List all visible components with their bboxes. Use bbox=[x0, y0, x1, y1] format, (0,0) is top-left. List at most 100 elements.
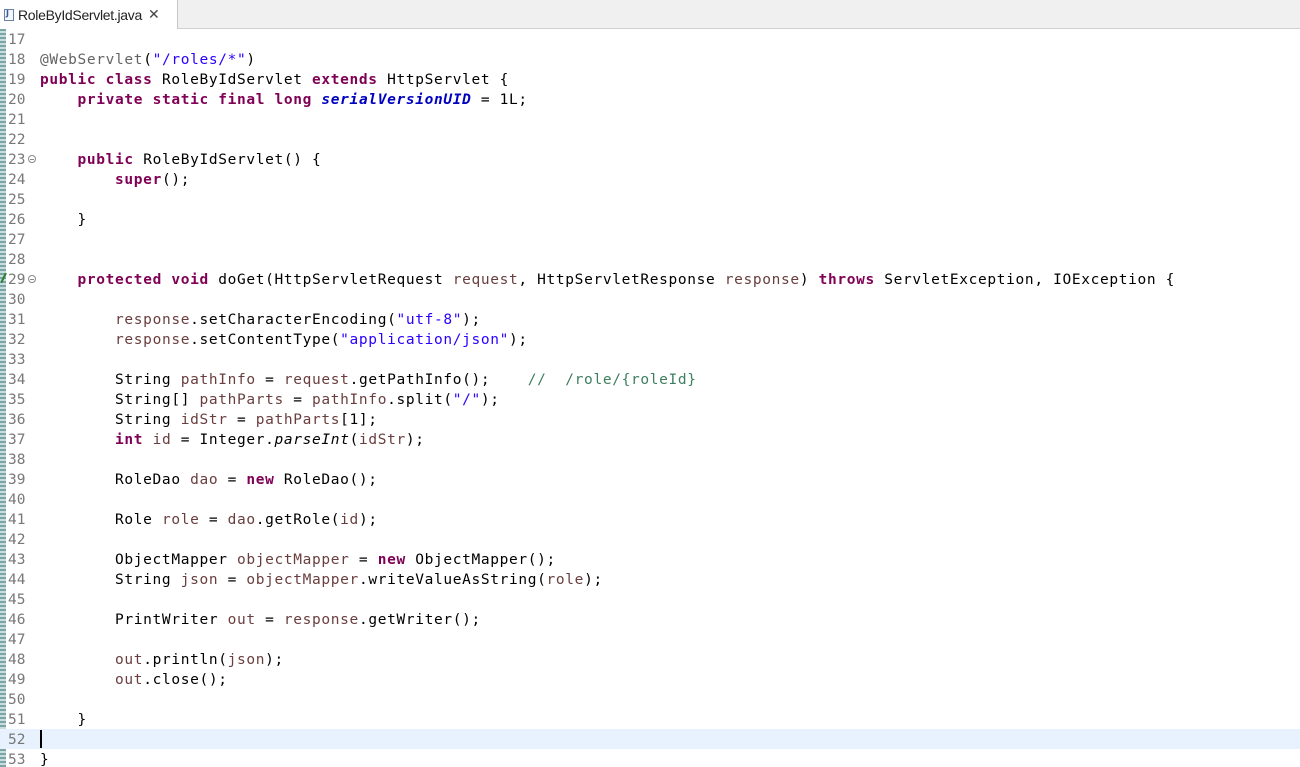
code-text: String pathInfo = request.getPathInfo();… bbox=[40, 372, 697, 388]
code-text: private static final long serialVersionU… bbox=[77, 92, 528, 108]
line-number: 24 bbox=[8, 172, 26, 188]
code-line[interactable]: 53} bbox=[0, 749, 1300, 767]
line-number: 22 bbox=[8, 132, 26, 148]
code-line[interactable]: 28 bbox=[0, 249, 1300, 269]
code-text: } bbox=[40, 212, 87, 228]
code-line[interactable]: 35 String[] pathParts = pathInfo.split("… bbox=[0, 389, 1300, 409]
code-line[interactable]: 51 } bbox=[0, 709, 1300, 729]
code-text: String idStr = pathParts[1]; bbox=[40, 412, 378, 428]
code-text: @WebServlet("/roles/*") bbox=[40, 52, 256, 68]
code-line[interactable]: 23 public RoleByIdServlet() { bbox=[0, 149, 1300, 169]
code-text: protected void doGet(HttpServletRequest … bbox=[77, 272, 1176, 288]
code-line[interactable]: 40 bbox=[0, 489, 1300, 509]
line-number: 17 bbox=[8, 32, 26, 48]
code-line[interactable]: 41 Role role = dao.getRole(id); bbox=[0, 509, 1300, 529]
code-text: PrintWriter out = response.getWriter(); bbox=[40, 612, 481, 628]
fold-collapse-icon[interactable] bbox=[28, 275, 36, 283]
code-text: public RoleByIdServlet() { bbox=[77, 152, 322, 168]
line-number: 38 bbox=[8, 452, 26, 468]
line-number: 25 bbox=[8, 192, 26, 208]
line-number: 40 bbox=[8, 492, 26, 508]
java-file-icon bbox=[4, 8, 14, 21]
code-line[interactable]: 44 String json = objectMapper.writeValue… bbox=[0, 569, 1300, 589]
line-number: 18 bbox=[8, 52, 26, 68]
code-line[interactable]: 19 public class RoleByIdServlet extends H… bbox=[0, 69, 1300, 89]
line-number: 35 bbox=[8, 392, 26, 408]
line-number: 49 bbox=[8, 672, 26, 688]
code-line[interactable]: 45 bbox=[0, 589, 1300, 609]
line-number: 42 bbox=[8, 532, 26, 548]
code-text: public class RoleByIdServlet extends Htt… bbox=[40, 72, 510, 88]
line-number: 32 bbox=[8, 332, 26, 348]
code-line[interactable]: 48 out.println(json); bbox=[0, 649, 1300, 669]
line-number: 19 bbox=[8, 72, 26, 88]
code-line[interactable]: 31 response.setCharacterEncoding("utf-8"… bbox=[0, 309, 1300, 329]
code-line[interactable]: 26 } bbox=[0, 209, 1300, 229]
code-text: out.println(json); bbox=[115, 652, 284, 668]
code-line[interactable]: 43 ObjectMapper objectMapper = new Objec… bbox=[0, 549, 1300, 569]
code-text: ObjectMapper objectMapper = new ObjectMa… bbox=[40, 552, 556, 568]
code-line[interactable]: 24 super(); bbox=[0, 169, 1300, 189]
code-line[interactable]: 20 private static final long serialVersi… bbox=[0, 89, 1300, 109]
code-line[interactable]: 46 PrintWriter out = response.getWriter(… bbox=[0, 609, 1300, 629]
line-number: 33 bbox=[8, 352, 26, 368]
fold-collapse-icon[interactable] bbox=[28, 155, 36, 163]
code-line[interactable]: 17 bbox=[0, 29, 1300, 49]
current-line[interactable]: 52 bbox=[0, 729, 1300, 749]
code-line[interactable]: 25 bbox=[0, 189, 1300, 209]
code-line[interactable]: 50 bbox=[0, 689, 1300, 709]
code-text: response.setCharacterEncoding("utf-8"); bbox=[115, 312, 481, 328]
code-text: } bbox=[40, 752, 50, 767]
code-line[interactable]: 22 bbox=[0, 129, 1300, 149]
line-number: 34 bbox=[8, 372, 26, 388]
editor-tab-roleidservlet[interactable]: RoleByIdServlet.java ✕ bbox=[0, 0, 178, 29]
code-line[interactable]: 47 bbox=[0, 629, 1300, 649]
code-text: } bbox=[40, 712, 87, 728]
close-icon[interactable]: ✕ bbox=[148, 8, 160, 22]
code-line[interactable]: 30 bbox=[0, 289, 1300, 309]
line-number: 41 bbox=[8, 512, 26, 528]
line-number: 39 bbox=[8, 472, 26, 488]
code-line[interactable]: 42 bbox=[0, 529, 1300, 549]
line-number: 47 bbox=[8, 632, 26, 648]
code-line[interactable]: 34 String pathInfo = request.getPathInfo… bbox=[0, 369, 1300, 389]
line-number: 48 bbox=[8, 652, 26, 668]
line-number: 20 bbox=[8, 92, 26, 108]
line-number: 26 bbox=[8, 212, 26, 228]
code-text: super(); bbox=[115, 172, 191, 188]
line-number: 53 bbox=[8, 752, 26, 767]
line-number: 23 bbox=[8, 152, 26, 168]
line-number: 50 bbox=[8, 692, 26, 708]
override-marker-icon bbox=[1, 273, 7, 283]
code-line[interactable]: 27 bbox=[0, 229, 1300, 249]
code-line[interactable]: 18 @WebServlet("/roles/*") bbox=[0, 49, 1300, 69]
line-number: 44 bbox=[8, 572, 26, 588]
line-number: 21 bbox=[8, 112, 26, 128]
code-text: response.setContentType("application/jso… bbox=[115, 332, 528, 348]
line-number: 28 bbox=[8, 252, 26, 268]
code-line[interactable]: 29 protected void doGet(HttpServletReque… bbox=[0, 269, 1300, 289]
line-number: 36 bbox=[8, 412, 26, 428]
line-number: 30 bbox=[8, 292, 26, 308]
line-number: 52 bbox=[8, 732, 26, 748]
code-line[interactable]: 49 out.close(); bbox=[0, 669, 1300, 689]
line-number: 46 bbox=[8, 612, 26, 628]
code-line[interactable]: 21 bbox=[0, 109, 1300, 129]
tab-label: RoleByIdServlet.java bbox=[18, 6, 142, 23]
code-line[interactable]: 36 String idStr = pathParts[1]; bbox=[0, 409, 1300, 429]
code-text: out.close(); bbox=[115, 672, 228, 688]
line-number: 31 bbox=[8, 312, 26, 328]
code-text: Role role = dao.getRole(id); bbox=[40, 512, 378, 528]
code-line[interactable]: 38 bbox=[0, 449, 1300, 469]
editor-tab-bar: RoleByIdServlet.java ✕ bbox=[0, 0, 1300, 29]
line-number: 37 bbox=[8, 432, 26, 448]
code-editor[interactable]: 17 18 @WebServlet("/roles/*") 19 public clas… bbox=[0, 29, 1300, 767]
code-line[interactable]: 33 bbox=[0, 349, 1300, 369]
line-number: 45 bbox=[8, 592, 26, 608]
text-caret bbox=[40, 730, 42, 748]
line-number: 27 bbox=[8, 232, 26, 248]
code-text: String[] pathParts = pathInfo.split("/")… bbox=[40, 392, 500, 408]
code-line[interactable]: 39 RoleDao dao = new RoleDao(); bbox=[0, 469, 1300, 489]
code-line[interactable]: 32 response.setContentType("application/… bbox=[0, 329, 1300, 349]
code-line[interactable]: 37 int id = Integer.parseInt(idStr); bbox=[0, 429, 1300, 449]
